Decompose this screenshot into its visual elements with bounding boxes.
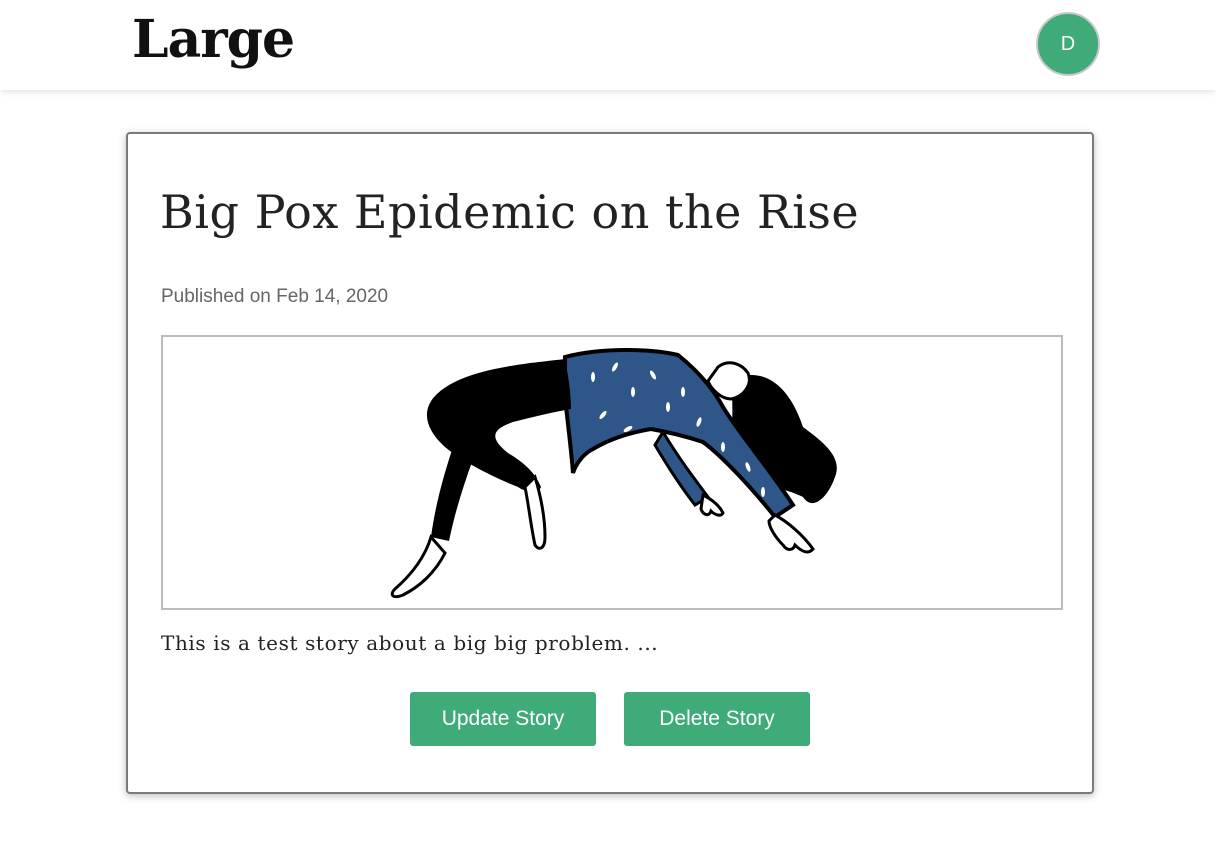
story-image xyxy=(161,335,1063,610)
user-avatar[interactable]: D xyxy=(1036,12,1100,76)
delete-story-button[interactable]: Delete Story xyxy=(624,692,810,746)
update-story-button[interactable]: Update Story xyxy=(410,692,596,746)
story-excerpt: This is a test story about a big big pro… xyxy=(161,631,659,655)
story-card: Big Pox Epidemic on the Rise Published o… xyxy=(126,132,1094,794)
avatar-initial: D xyxy=(1060,32,1076,55)
site-logo[interactable]: Large xyxy=(132,8,295,72)
published-date: Published on Feb 14, 2020 xyxy=(161,286,389,307)
floating-woman-illustration xyxy=(390,348,837,599)
story-title: Big Pox Epidemic on the Rise xyxy=(160,185,860,239)
top-navigation-bar: Large D xyxy=(0,0,1216,90)
